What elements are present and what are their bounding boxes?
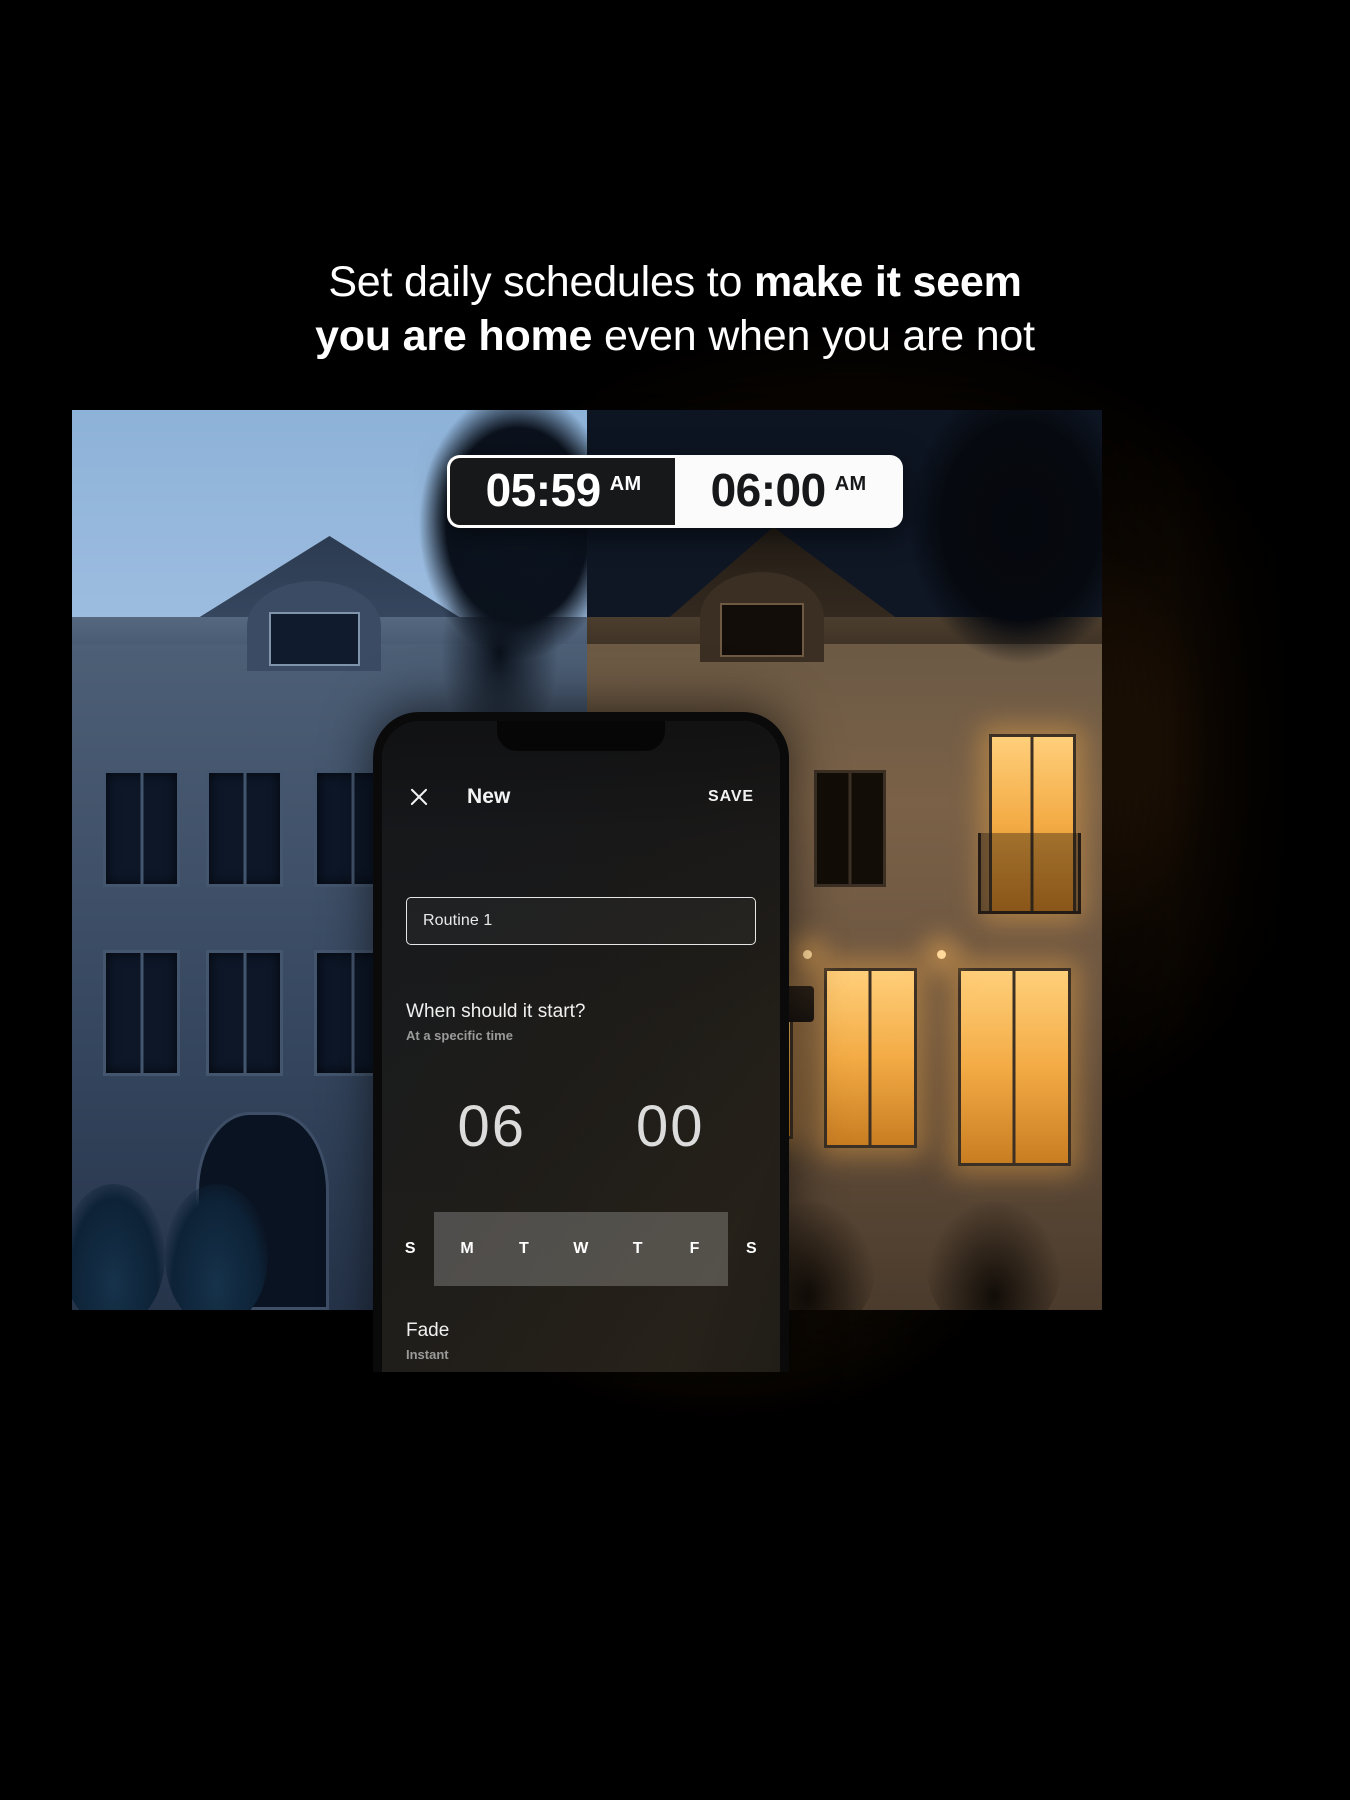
start-time-sub: At a specific time bbox=[406, 1028, 513, 1043]
window-right-lit bbox=[957, 968, 1072, 1166]
time-picker-hours[interactable]: 06 bbox=[457, 1093, 526, 1160]
routine-editor: New SAVE Routine 1 When should it start?… bbox=[382, 721, 780, 1372]
day-of-week-selector[interactable]: S M T W T F S bbox=[382, 1212, 780, 1286]
routine-name-input[interactable]: Routine 1 bbox=[406, 897, 756, 945]
day-toggle-mon[interactable]: M bbox=[439, 1212, 496, 1286]
time-badge-after: 06:00 AM bbox=[675, 455, 903, 528]
window-right-lit bbox=[823, 968, 917, 1148]
poster-stage: Set daily schedules to make it seem you … bbox=[0, 0, 1350, 1800]
time-before-value: 05:59 bbox=[485, 464, 602, 516]
start-time-section[interactable]: When should it start? At a specific time bbox=[406, 1001, 756, 1043]
screen-title: New bbox=[467, 785, 511, 808]
routine-name-value: Routine 1 bbox=[423, 912, 493, 929]
window-left bbox=[205, 950, 284, 1076]
window-left bbox=[102, 950, 181, 1076]
dormer-window-right bbox=[700, 572, 824, 662]
time-comparison-badges: 05:59 AM 06:00 AM bbox=[447, 455, 903, 528]
day-toggle-tue[interactable]: T bbox=[496, 1212, 553, 1286]
day-toggle-thu[interactable]: T bbox=[609, 1212, 666, 1286]
bottom-mask bbox=[0, 1370, 1350, 1800]
app-header: New SAVE bbox=[382, 769, 780, 825]
fade-label: Fade bbox=[406, 1320, 450, 1341]
time-after-value: 06:00 bbox=[710, 464, 827, 516]
time-picker[interactable]: 06 00 bbox=[382, 1093, 780, 1160]
headline-line2-bold: you are home bbox=[315, 312, 593, 361]
time-after-meridiem: AM bbox=[834, 473, 867, 495]
page-title: Set daily schedules to make it seem you … bbox=[0, 255, 1350, 363]
fade-sub: Instant bbox=[406, 1347, 449, 1362]
balcony-railing bbox=[978, 833, 1082, 914]
day-toggle-sun[interactable]: S bbox=[382, 1212, 439, 1286]
right-mask bbox=[1170, 0, 1350, 1800]
phone-screen: New SAVE Routine 1 When should it start?… bbox=[382, 721, 780, 1372]
top-mask bbox=[0, 0, 1350, 210]
phone-notch bbox=[497, 721, 665, 751]
time-badge-before: 05:59 AM bbox=[447, 455, 675, 528]
dormer-window-left bbox=[247, 581, 381, 671]
window-left bbox=[102, 770, 181, 887]
fade-section[interactable]: Fade Instant bbox=[406, 1320, 756, 1362]
window-left bbox=[205, 770, 284, 887]
headline-line1-bold: make it seem bbox=[753, 258, 1022, 306]
phone-mockup: New SAVE Routine 1 When should it start?… bbox=[373, 712, 789, 1372]
time-before-meridiem: AM bbox=[609, 473, 642, 495]
day-toggle-sat[interactable]: S bbox=[723, 1212, 780, 1286]
headline-line1-regular: Set daily schedules to bbox=[328, 258, 754, 306]
close-icon[interactable] bbox=[408, 787, 429, 808]
start-time-label: When should it start? bbox=[406, 1001, 586, 1022]
day-toggle-wed[interactable]: W bbox=[553, 1212, 610, 1286]
window-right bbox=[813, 770, 886, 887]
time-picker-minutes[interactable]: 00 bbox=[636, 1093, 705, 1160]
left-mask bbox=[0, 0, 72, 1800]
headline-line2-regular: even when you are not bbox=[592, 312, 1035, 361]
save-button[interactable]: SAVE bbox=[708, 788, 754, 806]
day-toggle-fri[interactable]: F bbox=[666, 1212, 723, 1286]
